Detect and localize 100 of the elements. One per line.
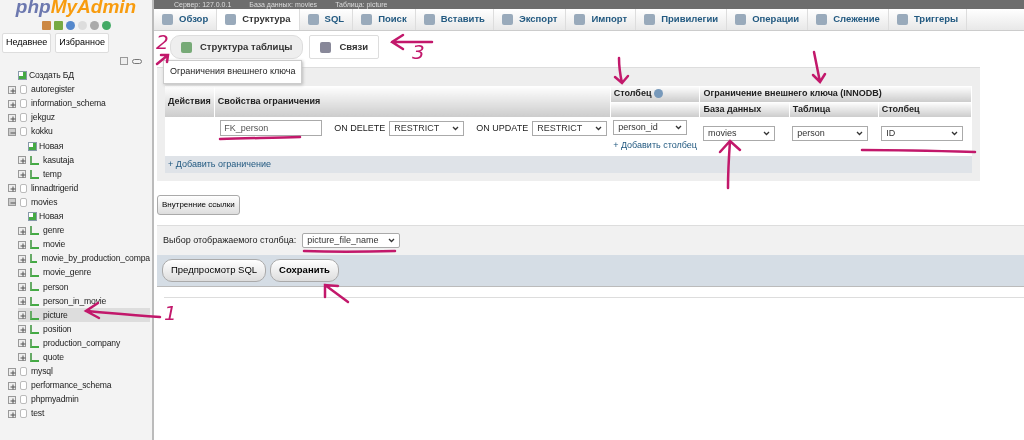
collapse-icon[interactable] <box>120 56 128 65</box>
internal-links-button[interactable]: Внутренние ссылки <box>157 195 240 216</box>
expand-icon[interactable] <box>8 184 16 193</box>
tab[interactable]: Слежение <box>808 9 889 30</box>
tree-item[interactable]: linnadtrigerid <box>31 181 79 195</box>
tab[interactable]: SQL <box>299 9 354 30</box>
tab[interactable]: Вставить <box>415 9 494 30</box>
expand-icon[interactable] <box>8 367 16 376</box>
subtab[interactable]: Структура таблицы <box>170 35 304 60</box>
tree-row[interactable]: position <box>18 322 150 337</box>
expand-icon[interactable] <box>8 113 16 122</box>
expand-icon[interactable] <box>18 311 26 320</box>
tab[interactable]: Поиск <box>353 9 416 30</box>
expand-icon[interactable] <box>18 240 26 249</box>
field-label: ON UPDATE <box>476 121 529 135</box>
tree-item[interactable]: movie <box>43 238 66 252</box>
tab[interactable]: Структура <box>217 9 300 30</box>
expand-icon[interactable] <box>18 297 26 306</box>
tree-item[interactable]: movies <box>31 195 58 209</box>
tab[interactable]: Экспорт <box>493 9 567 30</box>
tree-item[interactable]: Создать БД <box>29 69 74 82</box>
tree-row[interactable]: movie_by_production_compa <box>18 251 150 266</box>
sidebar-button[interactable]: Недавнее <box>2 33 52 53</box>
select-field[interactable]: person <box>792 126 869 142</box>
tab-icon <box>423 14 435 25</box>
tree-row[interactable]: person_in_movie <box>18 294 150 309</box>
expand-icon[interactable] <box>18 170 26 179</box>
add-column-link[interactable]: + Добавить столбец <box>613 139 697 153</box>
select-field[interactable]: person_id <box>613 120 688 136</box>
tree-item[interactable]: movie_by_production_compa <box>41 252 150 266</box>
tree-item[interactable]: genre <box>43 224 65 237</box>
tree-item[interactable]: movie_genre <box>43 266 92 280</box>
tree-item[interactable]: autoregister <box>31 83 75 97</box>
tree-item[interactable]: jekguz <box>31 111 55 125</box>
annotation-number: 2 <box>156 32 169 52</box>
caret-icon <box>675 125 683 131</box>
tab[interactable]: Триггеры <box>888 9 968 30</box>
select-field[interactable]: picture_file_name <box>302 233 401 249</box>
expand-icon[interactable] <box>8 99 16 108</box>
tree-item[interactable]: information_schema <box>31 97 106 111</box>
tree-item[interactable]: person_in_movie <box>43 294 107 308</box>
tree-item[interactable]: Новая <box>39 139 64 153</box>
new-item-icon <box>28 141 37 151</box>
expand-icon[interactable] <box>8 409 16 418</box>
expand-icon[interactable] <box>18 226 26 235</box>
tree-item[interactable]: quote <box>43 350 64 364</box>
select-field[interactable]: ID <box>881 126 964 142</box>
tree-item[interactable]: position <box>43 322 72 336</box>
caret-icon <box>595 125 603 131</box>
constraint-name-field[interactable]: FK_person <box>220 120 323 137</box>
tree-item[interactable]: phpmyadmin <box>31 393 79 407</box>
tree-item[interactable]: mysql <box>31 365 53 378</box>
expand-icon[interactable] <box>18 156 26 165</box>
tree-row[interactable]: temp <box>18 167 150 182</box>
sidebar-button[interactable]: Избранное <box>55 33 109 53</box>
tree-row[interactable]: movie_genre <box>18 265 150 280</box>
tree-item[interactable]: performance_schema <box>31 379 112 393</box>
new-item-icon <box>28 212 37 221</box>
expand-icon[interactable] <box>18 268 26 277</box>
tab-icon <box>225 14 237 25</box>
fieldset-legend: Ограничения внешнего ключа <box>163 60 303 84</box>
expand-icon[interactable] <box>8 85 16 94</box>
tree-row[interactable]: kasutaja <box>18 153 150 168</box>
tab[interactable]: Операции <box>727 9 809 30</box>
save-button[interactable]: Сохранить <box>270 259 339 282</box>
select-field[interactable]: RESTRICT <box>532 120 608 136</box>
collapse-icon[interactable] <box>8 198 16 207</box>
subtab[interactable]: Связи <box>309 35 380 60</box>
tree-item[interactable]: Новая <box>39 210 64 223</box>
select-field[interactable]: movies <box>703 126 775 142</box>
expand-icon[interactable] <box>8 395 16 404</box>
select-field[interactable]: RESTRICT <box>389 120 465 136</box>
expand-icon[interactable] <box>18 282 26 291</box>
tree-item[interactable]: temp <box>43 167 62 181</box>
expand-icon[interactable] <box>18 254 26 263</box>
link-icon[interactable] <box>132 58 142 64</box>
tab[interactable]: Импорт <box>566 9 637 30</box>
tree-item[interactable]: production_company <box>43 336 121 350</box>
tab[interactable]: Привилегии <box>636 9 728 30</box>
expand-icon[interactable] <box>18 325 26 334</box>
tree-item[interactable]: picture <box>43 308 68 322</box>
tree-item[interactable]: kokku <box>31 125 53 139</box>
tree-row[interactable]: quote <box>18 350 150 365</box>
logo[interactable]: phpMyAdmin <box>2 0 150 18</box>
collapse-icon[interactable] <box>8 127 16 136</box>
add-constraint-link[interactable]: + Добавить ограничение <box>168 158 272 169</box>
tree-row[interactable]: genre <box>18 223 150 238</box>
annotation-arrow <box>323 283 350 304</box>
column-header: Действия <box>165 86 215 118</box>
tree-row[interactable]: production_company <box>18 336 150 351</box>
expand-icon[interactable] <box>8 381 16 390</box>
preview-sql-button[interactable]: Предпросмотр SQL <box>162 259 267 282</box>
tree-row[interactable]: person <box>18 279 150 294</box>
tree-row[interactable]: movie <box>18 237 150 252</box>
expand-icon[interactable] <box>18 353 26 362</box>
tree-item[interactable]: test <box>31 407 45 421</box>
tree-item[interactable]: kasutaja <box>43 153 74 167</box>
expand-icon[interactable] <box>18 339 26 348</box>
tree-item[interactable]: person <box>43 280 69 294</box>
annotation-arrow <box>613 56 630 85</box>
